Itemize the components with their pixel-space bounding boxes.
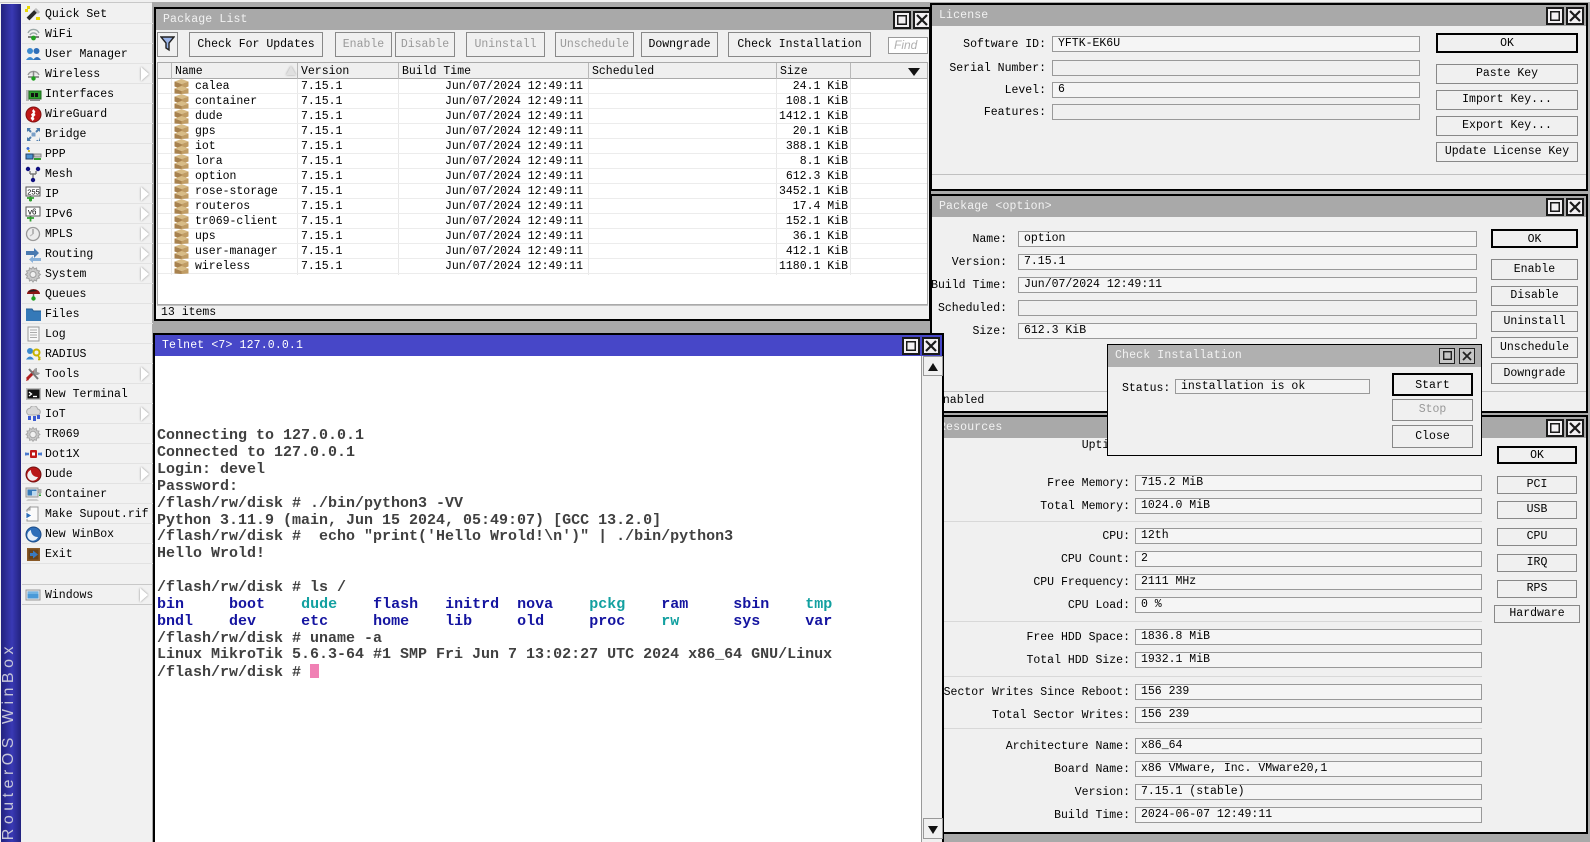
svg-text:255: 255 [27,187,40,196]
svg-text:v6: v6 [28,208,37,217]
